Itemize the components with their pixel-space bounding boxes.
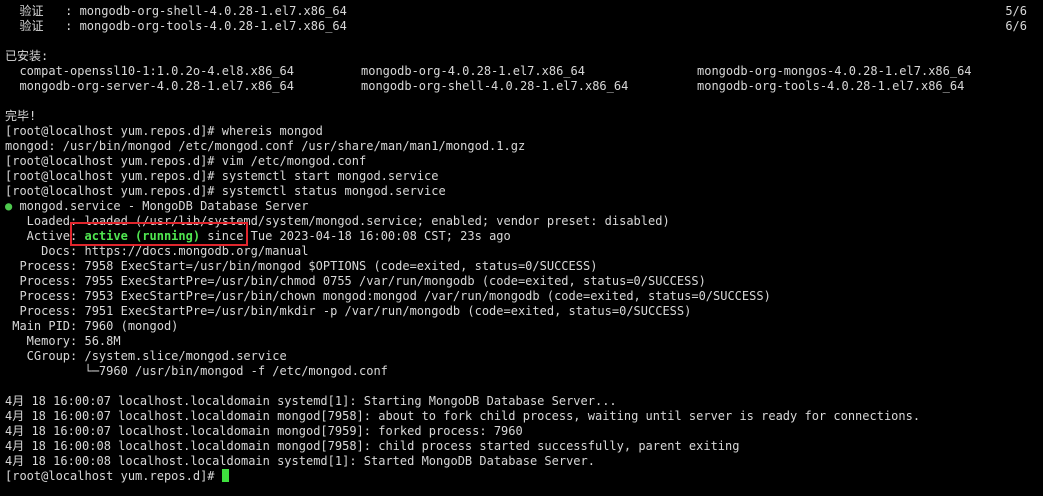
status-loaded-line: Loaded: loaded (/usr/lib/systemd/system/…: [5, 214, 670, 228]
status-detail-line: Memory: 56.8M: [5, 334, 121, 348]
active-suffix: since Tue 2023-04-18 16:00:08 CST; 23s a…: [200, 229, 511, 243]
installed-package: compat-openssl10-1:1.0.2o-4.el8.x86_64: [5, 64, 294, 78]
status-detail-line: Process: 7953 ExecStartPre=/usr/bin/chow…: [5, 289, 771, 303]
journal-line: 4月 18 16:00:08 localhost.localdomain mon…: [5, 439, 740, 453]
prompt-line[interactable]: [root@localhost yum.repos.d]#: [5, 469, 1043, 484]
journal-line: 4月 18 16:00:07 localhost.localdomain mon…: [5, 409, 921, 423]
shell-prompt: [root@localhost yum.repos.d]#: [5, 469, 222, 483]
active-state: active (running): [84, 229, 201, 243]
installed-package: mongodb-org-4.0.28-1.el7.x86_64: [361, 64, 585, 78]
command-line: [root@localhost yum.repos.d]# systemctl …: [5, 184, 446, 198]
journal-line: 4月 18 16:00:08 localhost.localdomain sys…: [5, 454, 595, 468]
status-detail-line: CGroup: /system.slice/mongod.service: [5, 349, 287, 363]
status-detail-line: Process: 7958 ExecStart=/usr/bin/mongod …: [5, 259, 598, 273]
status-detail-line: Process: 7951 ExecStartPre=/usr/bin/mkdi…: [5, 304, 692, 318]
installed-package: mongodb-org-mongos-4.0.28-1.el7.x86_64: [697, 64, 972, 78]
status-detail-line: Main PID: 7960 (mongod): [5, 319, 179, 333]
terminal-window[interactable]: 验证 : mongodb-org-shell-4.0.28-1.el7.x86_…: [0, 0, 1043, 496]
verify-progress: 6/6: [1005, 19, 1027, 33]
journal-line: 4月 18 16:00:07 localhost.localdomain sys…: [5, 394, 617, 408]
status-unit-line: ● mongod.service - MongoDB Database Serv…: [5, 199, 1043, 214]
verify-label: 验证: [5, 19, 66, 33]
active-prefix: Active:: [5, 229, 85, 243]
installed-row-1: compat-openssl10-1:1.0.2o-4.el8.x86_64 mo…: [5, 64, 1043, 79]
output-line: mongod: /usr/bin/mongod /etc/mongod.conf…: [5, 139, 526, 153]
status-detail-line: └─7960 /usr/bin/mongod -f /etc/mongod.co…: [5, 364, 388, 378]
verify-package: : mongodb-org-shell-4.0.28-1.el7.x86_64: [65, 4, 347, 18]
cursor-icon: [221, 469, 229, 482]
verify-line-2: 验证 : mongodb-org-tools-4.0.28-1.el7.x86_…: [5, 19, 1043, 34]
command-line: [root@localhost yum.repos.d]# systemctl …: [5, 169, 439, 183]
command-line: [root@localhost yum.repos.d]# vim /etc/m…: [5, 154, 367, 168]
installed-package: mongodb-org-shell-4.0.28-1.el7.x86_64: [361, 79, 629, 93]
status-unit-text: mongod.service - MongoDB Database Server: [12, 199, 309, 213]
status-active-line: Active: active (running) since Tue 2023-…: [5, 229, 1043, 244]
verify-label: 验证: [5, 4, 66, 18]
status-detail-line: Process: 7955 ExecStartPre=/usr/bin/chmo…: [5, 274, 706, 288]
journal-line: 4月 18 16:00:07 localhost.localdomain mon…: [5, 424, 523, 438]
status-detail-line: Docs: https://docs.mongodb.org/manual: [5, 244, 309, 258]
installed-package: mongodb-org-server-4.0.28-1.el7.x86_64: [5, 79, 294, 93]
verify-progress: 5/6: [1005, 4, 1027, 18]
command-line: [root@localhost yum.repos.d]# whereis mo…: [5, 124, 323, 138]
verify-line-1: 验证 : mongodb-org-shell-4.0.28-1.el7.x86_…: [5, 4, 1043, 19]
verify-package: : mongodb-org-tools-4.0.28-1.el7.x86_64: [65, 19, 347, 33]
done-line: 完毕!: [5, 109, 37, 123]
installed-row-2: mongodb-org-server-4.0.28-1.el7.x86_64 mo…: [5, 79, 1043, 94]
installed-header: 已安装:: [5, 49, 49, 63]
installed-package: mongodb-org-tools-4.0.28-1.el7.x86_64: [697, 79, 965, 93]
